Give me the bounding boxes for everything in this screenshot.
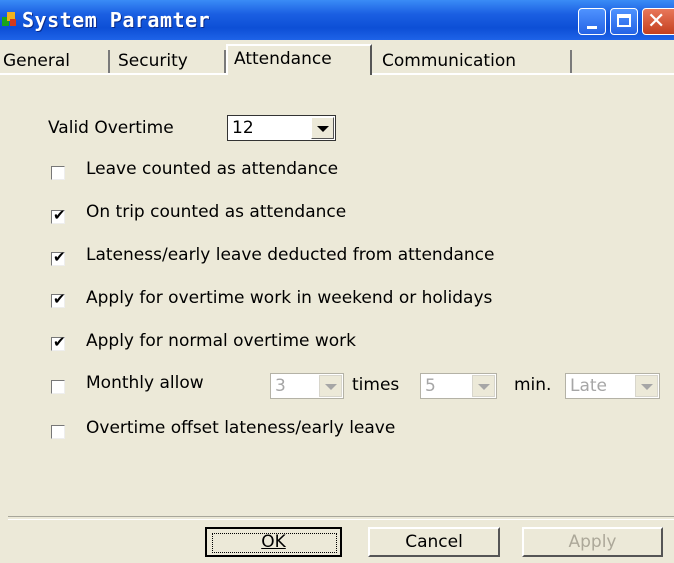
checkmark-icon: ✔ <box>53 333 66 351</box>
overtime-offset-label: Overtime offset lateness/early leave <box>86 418 396 438</box>
maximize-icon <box>617 14 631 27</box>
ok-button[interactable]: OK <box>205 527 342 557</box>
cancel-button[interactable]: Cancel <box>368 527 500 557</box>
leave-counted-checkbox[interactable] <box>51 166 65 180</box>
normal-overtime-label: Apply for normal overtime work <box>86 331 357 351</box>
leave-counted-label: Leave counted as attendance <box>86 159 339 179</box>
monthly-allow-label: Monthly allow <box>86 373 204 393</box>
checkmark-icon: ✔ <box>53 206 66 224</box>
cancel-label: Cancel <box>405 532 463 552</box>
valid-overtime-select[interactable]: 12 <box>227 115 336 141</box>
maximize-button[interactable] <box>610 8 638 35</box>
system-parameter-dialog: System Paramter ✕ General Security Atten… <box>0 0 674 563</box>
times-label: times <box>352 375 400 395</box>
lateness-deducted-label: Lateness/early leave deducted from atten… <box>86 245 495 265</box>
monthly-times-value: 3 <box>275 376 286 396</box>
valid-overtime-value: 12 <box>232 118 254 138</box>
monthly-times-select[interactable]: 3 <box>270 373 344 399</box>
minimize-button[interactable] <box>578 8 606 35</box>
normal-overtime-checkbox[interactable]: ✔ <box>51 333 66 351</box>
title-bar[interactable]: System Paramter ✕ <box>0 0 674 40</box>
tab-attendance[interactable]: Attendance <box>226 44 372 75</box>
overtime-offset-checkbox[interactable] <box>51 425 65 439</box>
checkmark-icon: ✔ <box>53 290 66 308</box>
close-icon: ✕ <box>647 9 666 34</box>
apply-button[interactable]: Apply <box>522 527 663 557</box>
monthly-min-value: 5 <box>425 376 436 396</box>
close-button[interactable]: ✕ <box>642 8 674 35</box>
valid-overtime-label: Valid Overtime <box>48 118 174 138</box>
late-type-value: Late <box>570 376 608 396</box>
late-type-select[interactable]: Late <box>565 373 660 399</box>
weekend-overtime-label: Apply for overtime work in weekend or ho… <box>86 288 493 308</box>
monthly-allow-checkbox[interactable] <box>51 380 65 394</box>
weekend-overtime-checkbox[interactable]: ✔ <box>51 290 66 308</box>
minimize-icon <box>587 26 597 29</box>
tab-communication[interactable]: Communication <box>372 50 572 74</box>
chevron-down-icon[interactable] <box>472 375 495 397</box>
chevron-down-icon[interactable] <box>311 117 334 139</box>
footer-divider <box>8 516 674 520</box>
chevron-down-icon[interactable] <box>635 375 658 397</box>
app-icon <box>2 12 16 26</box>
tab-security[interactable]: Security <box>110 50 226 74</box>
lateness-deducted-checkbox[interactable]: ✔ <box>51 248 66 266</box>
monthly-min-select[interactable]: 5 <box>420 373 497 399</box>
tab-strip: General Security Attendance Communicatio… <box>0 44 674 75</box>
checkmark-icon: ✔ <box>53 248 66 266</box>
min-label: min. <box>514 375 552 395</box>
window-title: System Paramter <box>22 8 211 32</box>
attendance-panel: Valid Overtime 12 Leave counted as atten… <box>0 75 674 515</box>
tab-general[interactable]: General <box>0 50 110 74</box>
chevron-down-icon[interactable] <box>319 375 342 397</box>
on-trip-counted-label: On trip counted as attendance <box>86 202 347 222</box>
apply-label: Apply <box>568 532 617 552</box>
on-trip-counted-checkbox[interactable]: ✔ <box>51 206 66 224</box>
